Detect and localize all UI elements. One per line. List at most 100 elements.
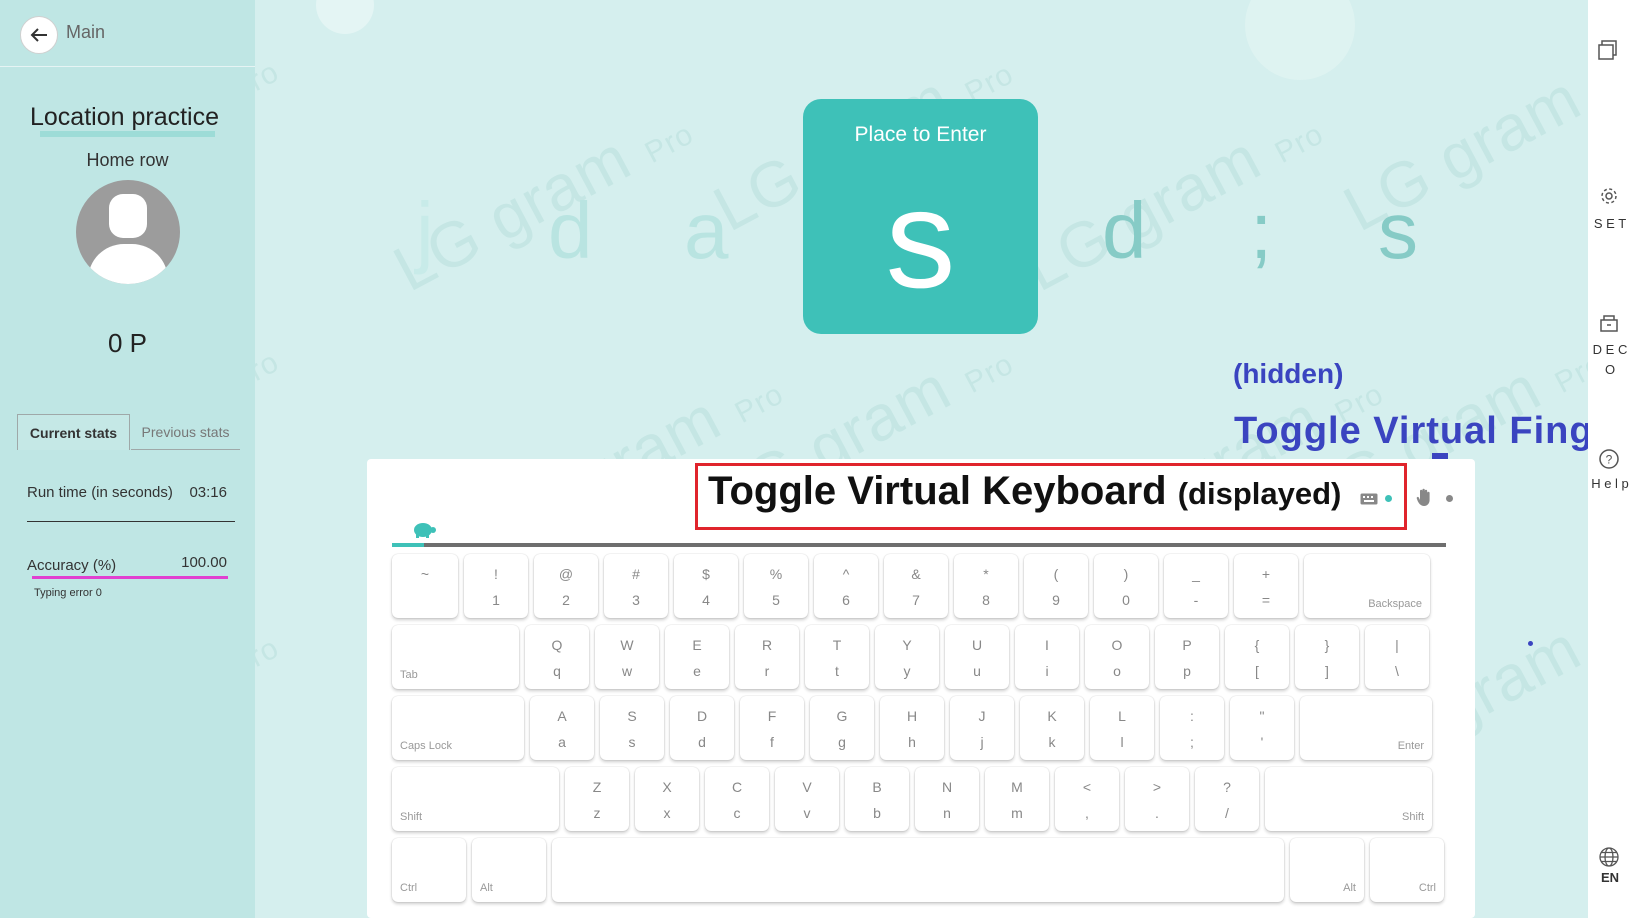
keyboard-status-dot xyxy=(1385,495,1392,502)
key-2[interactable]: @2 xyxy=(534,554,598,618)
virtual-keyboard: Toggle Virtual Keyboard (displayed) ~! 1 @… xyxy=(367,459,1475,918)
key-a[interactable]: Aa xyxy=(530,696,594,760)
accuracy-row: Accuracy (%) 100.00 xyxy=(27,554,227,574)
key-s[interactable]: Ss xyxy=(600,696,664,760)
key-lower-label: m xyxy=(1011,805,1023,821)
key-lower-label: d xyxy=(698,734,706,750)
help-icon[interactable]: ? xyxy=(1598,448,1620,470)
key-symbol[interactable]: | \ xyxy=(1365,625,1429,689)
turtle-icon xyxy=(414,523,436,538)
key-label: Alt xyxy=(1343,882,1356,894)
key-upper-label: & xyxy=(911,566,921,582)
key-upper-label: ^ xyxy=(842,566,850,582)
sequence-key: a xyxy=(684,186,729,275)
key-symbol[interactable]: {[ xyxy=(1225,625,1289,689)
main-label[interactable]: Main xyxy=(66,22,105,43)
cart-icon[interactable] xyxy=(1598,312,1620,334)
hand-icon[interactable] xyxy=(1416,488,1432,506)
key-u[interactable]: Uu xyxy=(945,625,1009,689)
key-0[interactable]: ) 0 xyxy=(1094,554,1158,618)
key-symbol[interactable]: " ' xyxy=(1230,696,1294,760)
key-ctrl[interactable]: Ctrl xyxy=(1370,838,1444,902)
key-symbol[interactable]: <, xyxy=(1055,767,1119,831)
key-k[interactable]: Kk xyxy=(1020,696,1084,760)
window-icon[interactable] xyxy=(1598,40,1620,60)
key-symbol[interactable]: :; xyxy=(1160,696,1224,760)
key-lower-label: w xyxy=(621,663,633,679)
key-d[interactable]: Dd xyxy=(670,696,734,760)
key-g[interactable]: Gg xyxy=(810,696,874,760)
key-alt[interactable]: Alt xyxy=(472,838,546,902)
key-9[interactable]: (9 xyxy=(1024,554,1088,618)
key-6[interactable]: ^ 6 xyxy=(814,554,878,618)
key-label: Shift xyxy=(1401,811,1424,823)
key-symbol[interactable]: }] xyxy=(1295,625,1359,689)
key-8[interactable]: * 8 xyxy=(954,554,1018,618)
key-upper-label: V xyxy=(802,779,812,795)
deco-label[interactable]: D E C O xyxy=(1588,340,1632,380)
key-enter[interactable]: Enter xyxy=(1300,696,1432,760)
key-p[interactable]: Pp xyxy=(1155,625,1219,689)
key-j[interactable]: Jj xyxy=(950,696,1014,760)
key-n[interactable]: Nn xyxy=(915,767,979,831)
key-label: Tab xyxy=(400,669,418,681)
key-upper-label: N xyxy=(941,779,953,795)
key-symbol[interactable]: ? / xyxy=(1195,767,1259,831)
set-label[interactable]: S E T xyxy=(1588,214,1632,234)
key-symbol[interactable]: >. xyxy=(1125,767,1189,831)
key-upper-label: F xyxy=(767,708,777,724)
key-upper-label: K xyxy=(1047,708,1057,724)
key-v[interactable]: Vv xyxy=(775,767,839,831)
key-symbol[interactable]: ~ xyxy=(392,554,458,618)
runtime-label: Run time (in seconds) xyxy=(27,484,173,501)
key-capslock[interactable]: Caps Lock xyxy=(392,696,524,760)
key-e[interactable]: Ee xyxy=(665,625,729,689)
globe-icon[interactable] xyxy=(1598,846,1620,868)
key-f[interactable]: Ff xyxy=(740,696,804,760)
key-shift[interactable]: Shift xyxy=(1265,767,1432,831)
key-lower-label: i xyxy=(1045,663,1049,679)
key-ctrl[interactable]: Ctrl xyxy=(392,838,466,902)
key-t[interactable]: Tt xyxy=(805,625,869,689)
key-upper-label: E xyxy=(692,637,702,653)
key-c[interactable]: Cc xyxy=(705,767,769,831)
key-3[interactable]: #3 xyxy=(604,554,668,618)
key-4[interactable]: $4 xyxy=(674,554,738,618)
key-space[interactable] xyxy=(552,838,1284,902)
key-symbol[interactable]: _ - xyxy=(1164,554,1228,618)
key-lower-label: 4 xyxy=(702,592,710,608)
key-lower-label: 8 xyxy=(982,592,990,608)
tab-previous-stats[interactable]: Previous stats xyxy=(131,414,240,450)
key-upper-label: A xyxy=(557,708,567,724)
key-w[interactable]: Ww xyxy=(595,625,659,689)
key-7[interactable]: & 7 xyxy=(884,554,948,618)
key-i[interactable]: Ii xyxy=(1015,625,1079,689)
key-r[interactable]: Rr xyxy=(735,625,799,689)
key-q[interactable]: Qq xyxy=(525,625,589,689)
key-x[interactable]: Xx xyxy=(635,767,699,831)
keyboard-icon[interactable] xyxy=(1360,493,1378,505)
key-tab[interactable]: Tab xyxy=(392,625,519,689)
help-label[interactable]: H e l p xyxy=(1588,474,1632,494)
language-label[interactable]: EN xyxy=(1588,868,1632,888)
key-o[interactable]: Oo xyxy=(1085,625,1149,689)
key-label: Alt xyxy=(480,882,493,894)
key-1[interactable]: ! 1 xyxy=(464,554,528,618)
key-shift[interactable]: Shift xyxy=(392,767,559,831)
key-alt[interactable]: Alt xyxy=(1290,838,1364,902)
gear-icon[interactable] xyxy=(1598,185,1620,207)
key-z[interactable]: Zz xyxy=(565,767,629,831)
typing-error: Typing error 0 xyxy=(34,587,102,599)
key-symbol[interactable]: + = xyxy=(1234,554,1298,618)
key-h[interactable]: Hh xyxy=(880,696,944,760)
tab-current-stats[interactable]: Current stats xyxy=(17,414,130,450)
toggle-keyboard-label: Toggle Virtual Keyboard xyxy=(708,469,1167,513)
back-button[interactable] xyxy=(20,16,58,54)
key-upper-label: $ xyxy=(702,566,710,582)
key-backspace[interactable]: Backspace xyxy=(1304,554,1430,618)
key-l[interactable]: Ll xyxy=(1090,696,1154,760)
key-5[interactable]: % 5 xyxy=(744,554,808,618)
key-m[interactable]: Mm xyxy=(985,767,1049,831)
key-b[interactable]: Bb xyxy=(845,767,909,831)
key-y[interactable]: Yy xyxy=(875,625,939,689)
